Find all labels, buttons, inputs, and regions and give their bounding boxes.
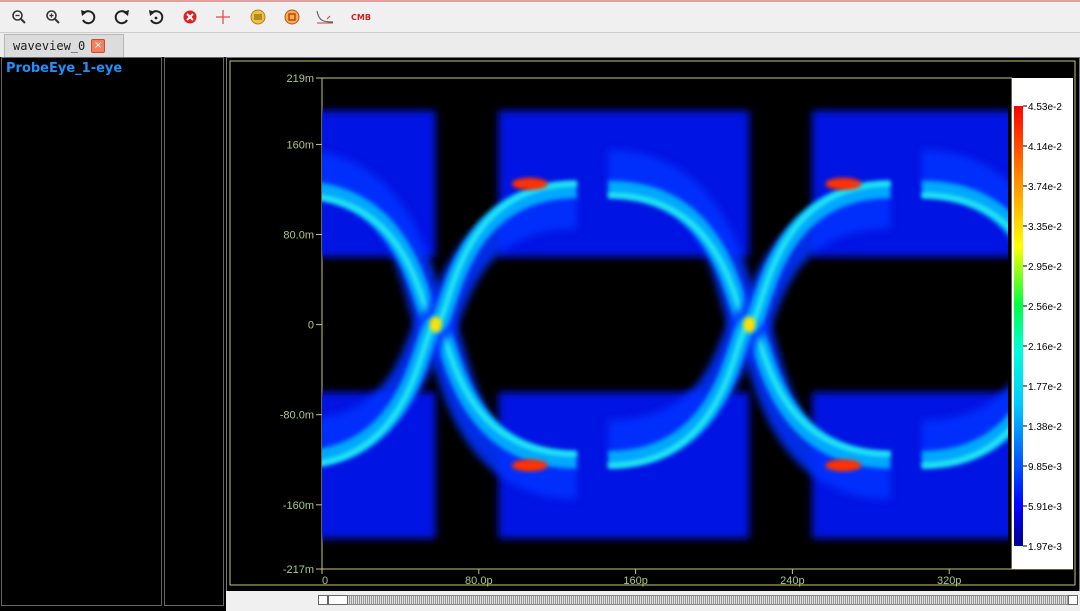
cursor-icon[interactable] — [212, 6, 234, 28]
y-tick-label: 160m — [286, 139, 314, 151]
y-tick-label: -217m — [283, 564, 314, 576]
scroll-right-button[interactable] — [1068, 595, 1078, 605]
colorbar-tick-label: 1.38e-2 — [1028, 422, 1062, 433]
measure-icon[interactable] — [247, 6, 269, 28]
high-rail-peak — [825, 177, 862, 190]
marker-icon[interactable] — [281, 6, 303, 28]
transition-halo — [227, 167, 263, 482]
transition-core — [227, 195, 263, 454]
color-bar: 4.53e-2 4.14e-2 3.74e-2 3.35e-2 2.95e-2 2.56e… — [1012, 78, 1073, 569]
transition-band — [227, 189, 263, 459]
x-tick-label: 0 — [322, 575, 328, 587]
scroll-thumb[interactable] — [328, 595, 348, 605]
delete-icon[interactable] — [179, 6, 201, 28]
crossing-point — [429, 316, 442, 333]
transition-band — [227, 189, 263, 459]
signal-value-pane — [164, 57, 224, 606]
colorbar-tick-label: 5.91e-3 — [1028, 502, 1062, 513]
zoom-in-icon[interactable] — [42, 6, 64, 28]
colorbar-tick-label: 1.97e-3 — [1028, 542, 1062, 553]
transition-core — [227, 184, 263, 466]
scroll-left-button[interactable] — [318, 595, 328, 605]
x-tick-label: 160p — [623, 575, 647, 587]
y-tick-label: 80.0m — [283, 230, 314, 242]
signal-name[interactable]: ProbeEye_1-eye — [6, 61, 122, 76]
y-tick-label: -80.0m — [280, 410, 314, 422]
tab-bar: waveview_0 × — [0, 33, 1080, 58]
colorbar-tick-label: 2.56e-2 — [1028, 302, 1062, 313]
crossing-point — [743, 316, 756, 333]
waveform-viewer: ProbeEye_1-eye 219m 160m 80.0m 0 -80.0m … — [0, 57, 1080, 611]
undo-icon[interactable] — [77, 6, 99, 28]
colorbar-tick-label: 3.35e-2 — [1028, 222, 1062, 233]
low-rail-peak — [825, 459, 862, 472]
y-tick-label: -160m — [283, 500, 314, 512]
reset-icon[interactable] — [145, 6, 167, 28]
cmb-button[interactable]: CMB — [349, 6, 373, 28]
colorbar-tick-label: 2.16e-2 — [1028, 342, 1062, 353]
eye-density — [227, 110, 1008, 539]
eye-diagram-pane[interactable]: 219m 160m 80.0m 0 -80.0m -160m -217m 0 80.0p 160p… — [226, 57, 1080, 592]
redo-icon[interactable] — [111, 6, 133, 28]
eye-diagram-plot[interactable]: 219m 160m 80.0m 0 -80.0m -160m -217m 0 80.0p 160p… — [227, 58, 1079, 591]
y-tick-label: 219m — [286, 73, 314, 85]
colorbar-tick-label: 3.74e-2 — [1028, 182, 1062, 193]
zoom-out-icon[interactable] — [8, 6, 30, 28]
close-icon[interactable]: × — [91, 39, 106, 53]
colorbar-gradient — [1014, 106, 1023, 546]
colorbar-tick-label: 4.14e-2 — [1028, 142, 1062, 153]
high-rail-peak — [227, 178, 234, 190]
high-rail-peak — [511, 177, 548, 190]
transition-halo — [227, 212, 263, 437]
x-tick-label: 320p — [937, 575, 961, 587]
tab-label: waveview_0 — [13, 39, 86, 53]
colorbar-tick-label: 2.95e-2 — [1028, 262, 1062, 273]
colorbar-tick-label: 9.85e-3 — [1028, 462, 1062, 473]
curve-icon[interactable] — [314, 6, 336, 28]
x-tick-label: 240p — [780, 575, 804, 587]
low-rail-peak — [227, 459, 234, 471]
tab-waveview[interactable]: waveview_0 × — [4, 34, 124, 57]
cmb-icon: CMB — [351, 12, 371, 22]
low-rail-peak — [511, 459, 548, 472]
signal-name-pane: ProbeEye_1-eye — [1, 57, 162, 606]
x-tick-label: 80.0p — [465, 575, 493, 587]
colorbar-tick-label: 4.53e-2 — [1028, 102, 1062, 113]
horizontal-scrollbar[interactable] — [318, 595, 1076, 605]
toolbar: CMB — [0, 2, 1080, 33]
y-tick-label: 0 — [308, 320, 314, 332]
colorbar-tick-label: 1.77e-2 — [1028, 382, 1062, 393]
scroll-area — [226, 591, 1080, 611]
